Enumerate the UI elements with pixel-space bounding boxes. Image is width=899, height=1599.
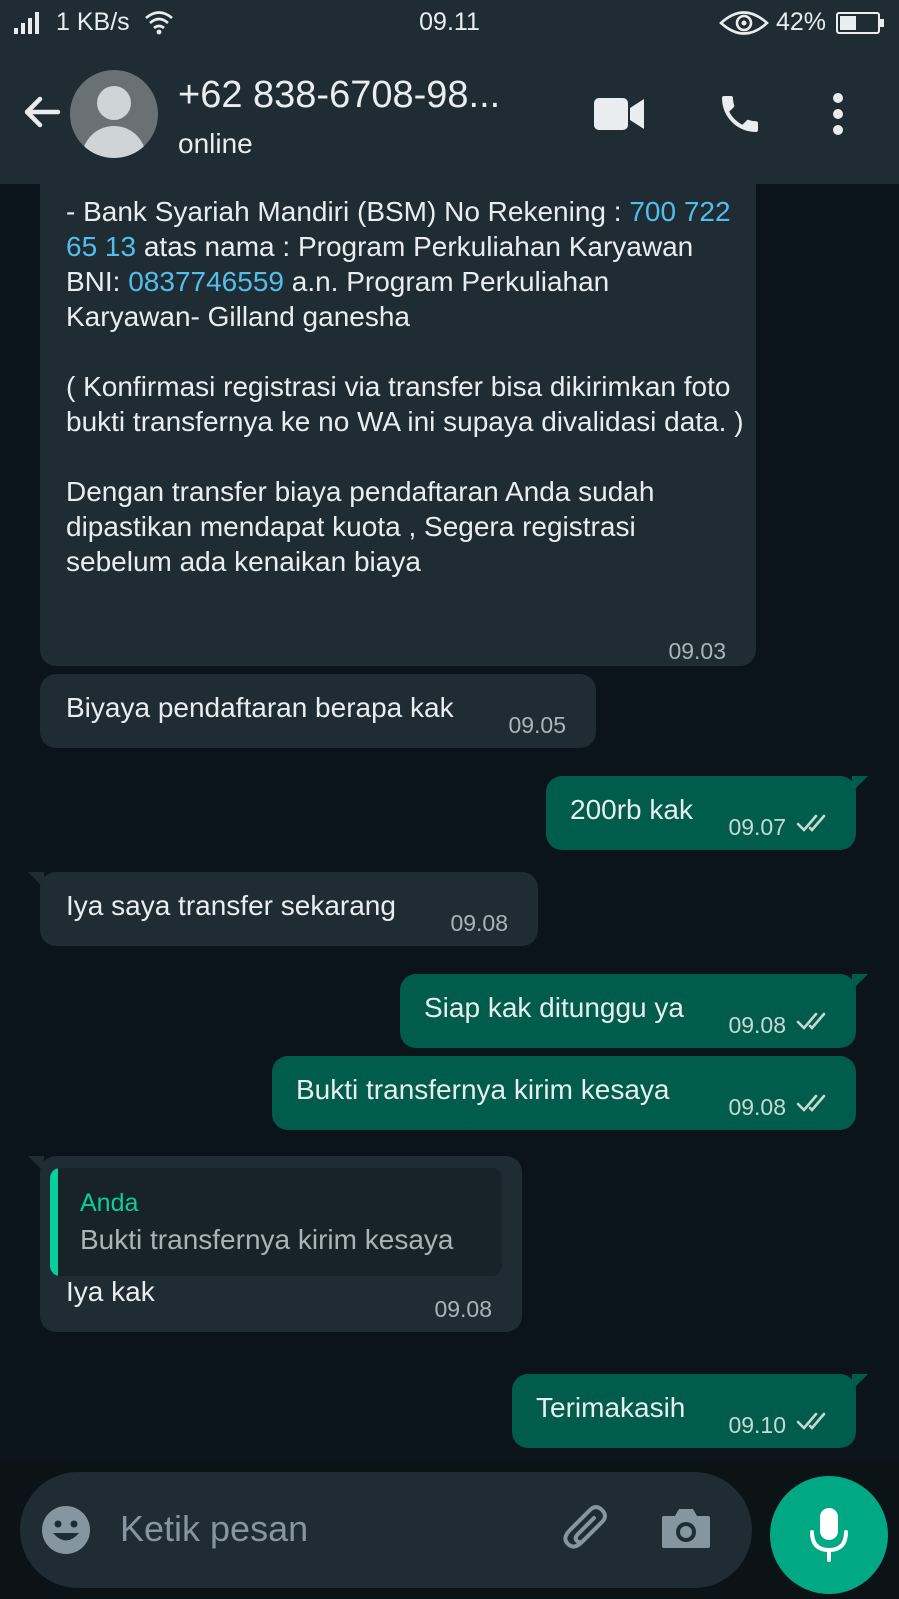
account-number-link[interactable]: 0837746559 <box>128 266 284 297</box>
message-outgoing[interactable]: Bukti transfernya kirim kesaya 09.08 <box>272 1056 856 1130</box>
read-receipt-icon <box>796 1012 826 1030</box>
paperclip-icon[interactable] <box>560 1502 616 1558</box>
mic-button[interactable] <box>770 1476 888 1594</box>
contact-name[interactable]: +62 838-6708-98... <box>178 74 500 117</box>
message-time: 09.07 <box>728 814 786 840</box>
mic-icon <box>810 1508 848 1562</box>
battery-icon <box>836 12 884 34</box>
eye-icon <box>719 11 769 35</box>
read-receipt-icon <box>796 1412 826 1430</box>
message-outgoing[interactable]: 200rb kak 09.07 <box>546 776 868 850</box>
chat-area[interactable]: - Bank Syariah Mandiri (BSM) No Rekening… <box>0 184 899 1462</box>
message-text: 200rb kak <box>570 794 693 825</box>
message-time: 09.10 <box>728 1412 786 1438</box>
message-text: Terimakasih <box>536 1392 686 1423</box>
arrow-left-icon[interactable] <box>18 88 66 136</box>
message-outgoing[interactable]: Terimakasih 09.10 <box>512 1374 868 1448</box>
message-time: 09.08 <box>434 1296 492 1322</box>
message-outgoing[interactable]: Siap kak ditunggu ya 09.08 <box>400 974 868 1048</box>
message-incoming[interactable]: - Bank Syariah Mandiri (BSM) No Rekening… <box>40 184 756 666</box>
message-input[interactable] <box>120 1504 540 1554</box>
message-incoming[interactable]: Biyaya pendaftaran berapa kak 09.05 <box>40 674 596 748</box>
status-bar: 1 KB/s 09.11 42% <box>0 0 899 48</box>
more-vert-icon[interactable] <box>832 92 844 136</box>
message-incoming-reply[interactable]: Anda Bukti transfernya kirim kesaya Iya … <box>28 1156 522 1332</box>
quote-text: Bukti transfernya kirim kesaya <box>80 1224 454 1255</box>
message-text: Iya saya transfer sekarang <box>66 890 396 921</box>
message-time: 09.08 <box>728 1094 786 1120</box>
message-text: Bukti transfernya kirim kesaya <box>296 1074 670 1105</box>
quoted-message[interactable]: Anda Bukti transfernya kirim kesaya <box>50 1168 502 1276</box>
video-call-icon[interactable] <box>594 96 646 132</box>
quote-author: Anda <box>80 1189 139 1217</box>
message-time: 09.05 <box>508 712 566 738</box>
avatar[interactable] <box>70 70 158 158</box>
message-text: Siap kak ditunggu ya <box>424 992 684 1023</box>
message-text: Biyaya pendaftaran berapa kak <box>66 692 454 723</box>
message-time: 09.08 <box>728 1012 786 1038</box>
phone-icon[interactable] <box>716 90 764 138</box>
message-time: 09.08 <box>450 910 508 936</box>
battery-percent: 42% <box>776 8 827 36</box>
message-text: Iya kak <box>66 1276 155 1307</box>
message-time: 09.03 <box>668 638 726 664</box>
read-receipt-icon <box>796 1094 826 1112</box>
emoji-icon[interactable] <box>40 1504 92 1556</box>
camera-icon[interactable] <box>660 1506 712 1550</box>
contact-status: online <box>178 128 253 159</box>
message-composer <box>20 1472 752 1588</box>
message-incoming[interactable]: Iya saya transfer sekarang 09.08 <box>28 872 538 946</box>
read-receipt-icon <box>796 814 826 832</box>
message-text: - Bank Syariah Mandiri (BSM) No Rekening… <box>66 196 744 577</box>
chat-header: +62 838-6708-98... online <box>0 48 899 184</box>
